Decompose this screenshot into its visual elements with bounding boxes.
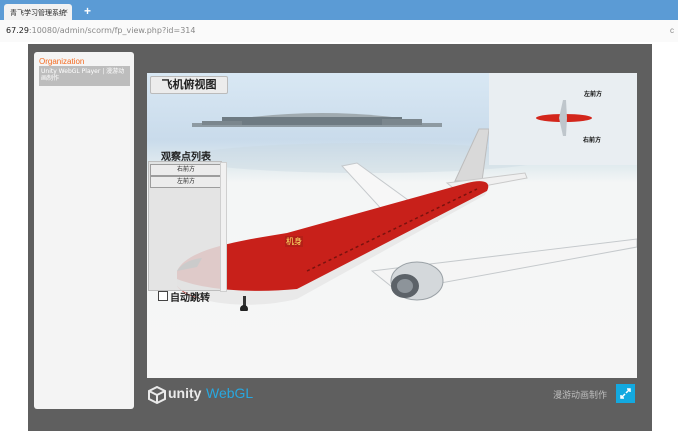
observation-list-scrollbar[interactable] bbox=[220, 162, 227, 292]
organization-title: Organization bbox=[39, 57, 85, 66]
observation-point-right-front-button[interactable]: 右前方 bbox=[150, 164, 222, 176]
minimap-label-bottom: 右前方 bbox=[583, 137, 602, 144]
minimap-airplane bbox=[536, 100, 592, 136]
organization-sidebar: Organization Unity WebGL Player | 漫游动画制作 bbox=[34, 52, 134, 409]
browser-tabbar: 青飞学习管理系统 × + bbox=[0, 0, 678, 20]
address-bar[interactable]: 67.29:10080/admin/scorm/fp_view.php?id=3… bbox=[0, 20, 678, 43]
tab-title: 青飞学习管理系统 bbox=[10, 9, 66, 17]
sidebar-item-unity-player[interactable]: Unity WebGL Player | 漫游动画制作 bbox=[39, 66, 130, 86]
minimap-label-top: 左前方 bbox=[584, 91, 603, 98]
browser-tab[interactable]: 青飞学习管理系统 × bbox=[4, 4, 72, 20]
observation-point-left-front-button[interactable]: 左前方 bbox=[150, 176, 222, 188]
expand-icon bbox=[620, 388, 631, 399]
observation-list-panel: 右前方 左前方 bbox=[148, 161, 227, 292]
url-path: :10080/admin/scorm/fp_view.php?id=314 bbox=[28, 26, 196, 35]
tab-close-icon[interactable]: × bbox=[63, 7, 68, 16]
fuselage-hotspot-label[interactable]: 机身 bbox=[285, 236, 303, 247]
addressbar-right-glyph: c bbox=[670, 26, 674, 35]
webgl-wordmark: WebGL bbox=[206, 385, 254, 401]
auto-turn-checkbox[interactable] bbox=[158, 291, 168, 301]
new-tab-button[interactable]: + bbox=[84, 4, 91, 18]
url-text: 67.29:10080/admin/scorm/fp_view.php?id=3… bbox=[6, 26, 195, 35]
auto-turn-label: 自动跳转 bbox=[170, 293, 210, 304]
url-host: 67.29 bbox=[6, 26, 29, 35]
unity-cube-icon bbox=[148, 386, 166, 404]
unity-wordmark: unity bbox=[168, 385, 202, 401]
scene-title: 飞机俯视图 bbox=[150, 76, 228, 94]
fullscreen-button[interactable] bbox=[616, 384, 635, 403]
minimap-panel: 左前方 右前方 bbox=[489, 73, 637, 165]
webgl-canvas[interactable]: 飞机俯视图 左前方 右前方 观察点列表 右前方 左前方 自动跳转 机身 bbox=[147, 73, 637, 378]
unity-webgl-logo: unity WebGL bbox=[148, 385, 258, 404]
sidebar-item-label: Unity WebGL Player | 漫游动画制作 bbox=[41, 68, 125, 82]
footer-product-title: 漫游动画制作 bbox=[553, 391, 608, 401]
